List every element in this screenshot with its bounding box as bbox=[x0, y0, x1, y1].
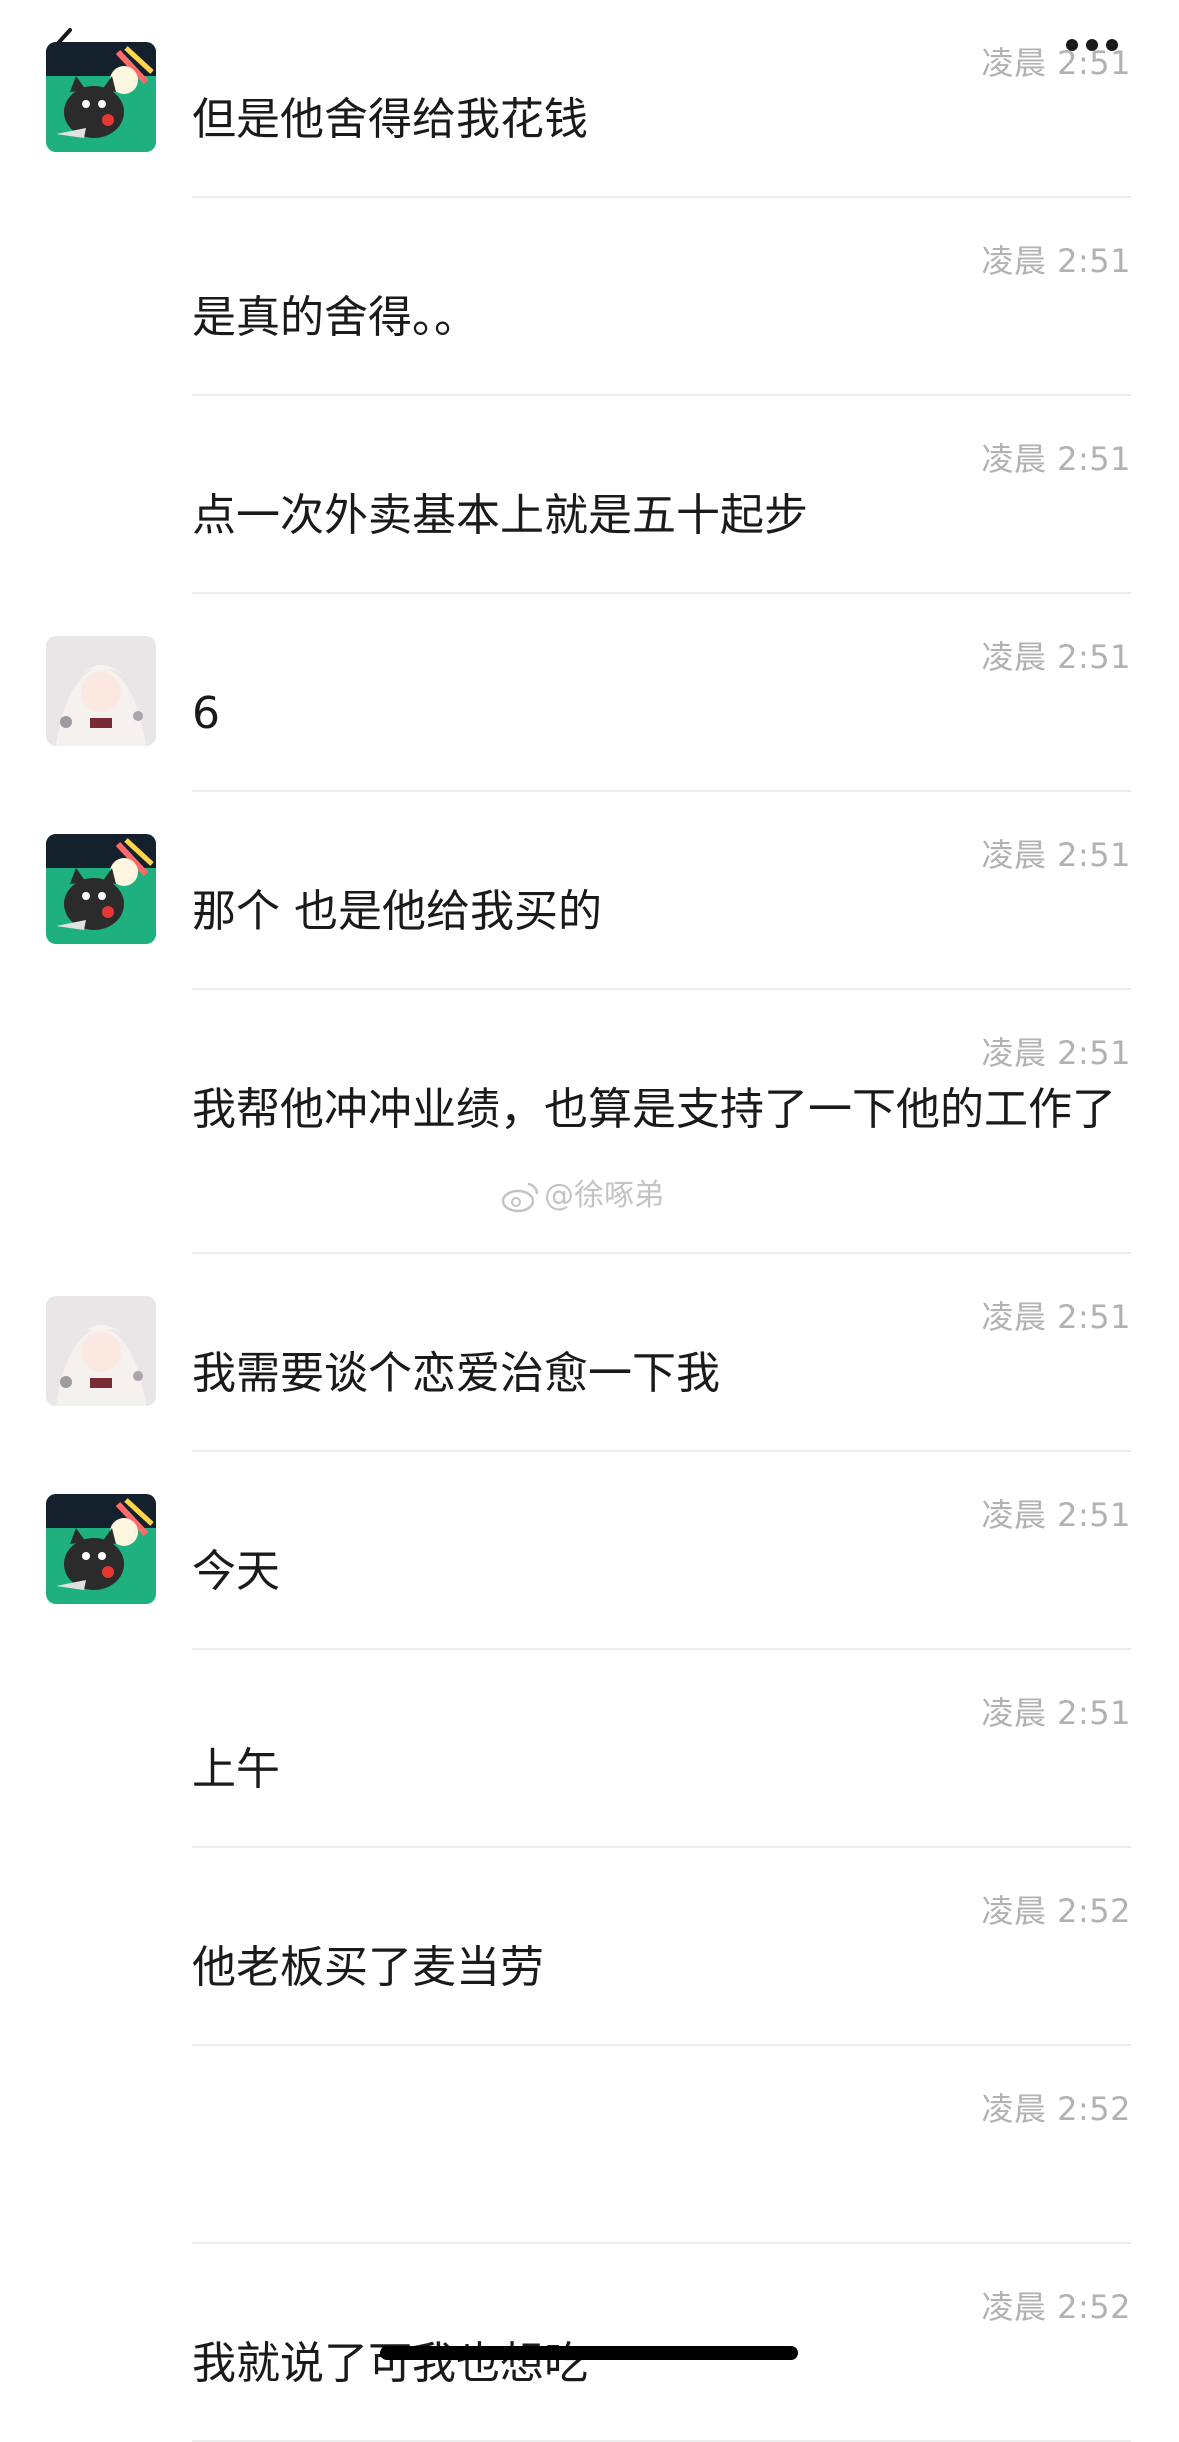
message-item[interactable]: 凌晨 2:52 我就说了可我也想吃 bbox=[0, 2244, 1179, 2442]
message-text: 我需要谈个恋爱治愈一下我 bbox=[192, 1348, 720, 1399]
message-item[interactable]: 凌晨 2:51 今天 bbox=[0, 1452, 1179, 1650]
message-item[interactable]: 凌晨 2:52 他老板买了麦当劳 bbox=[0, 1848, 1179, 2046]
message-time: 凌晨 2:51 bbox=[981, 1694, 1131, 1732]
avatar-cat[interactable] bbox=[46, 42, 156, 152]
message-time: 凌晨 2:51 bbox=[981, 1298, 1131, 1336]
message-item[interactable]: 凌晨 2:51 6 bbox=[0, 594, 1179, 792]
message-text: 点一次外卖基本上就是五十起步 bbox=[192, 490, 808, 541]
message-item[interactable]: 凌晨 2:51 那个 也是他给我买的 bbox=[0, 792, 1179, 990]
watermark: @徐啄弟 bbox=[500, 1170, 664, 1214]
avatar-cat[interactable] bbox=[46, 1494, 156, 1604]
message-text: 我就说了可我也想吃 bbox=[192, 2338, 588, 2389]
avatar-girl[interactable] bbox=[46, 1296, 156, 1406]
message-time: 凌晨 2:51 bbox=[981, 836, 1131, 874]
message-text: 6 bbox=[192, 688, 220, 739]
message-time: 凌晨 2:52 bbox=[981, 2288, 1131, 2326]
avatar-girl[interactable] bbox=[46, 636, 156, 746]
message-time: 凌晨 2:51 bbox=[981, 242, 1131, 280]
message-time: 凌晨 2:51 bbox=[981, 44, 1131, 82]
message-text: 但是他舍得给我花钱 bbox=[192, 94, 588, 145]
message-time: 凌晨 2:51 bbox=[981, 1496, 1131, 1534]
message-item[interactable]: 凌晨 2:51 上午 bbox=[0, 1650, 1179, 1848]
message-item[interactable]: 凌晨 2:51 但是他舍得给我花钱 bbox=[0, 0, 1179, 198]
avatar-cat[interactable] bbox=[46, 834, 156, 944]
message-text: 那个 也是他给我买的 bbox=[192, 886, 602, 937]
message-text: 我帮他冲冲业绩，也算是支持了一下他的工作了 bbox=[192, 1084, 1116, 1135]
message-time: 凌晨 2:51 bbox=[981, 440, 1131, 478]
message-item[interactable]: 凌晨 2:51 我帮他冲冲业绩，也算是支持了一下他的工作了 bbox=[0, 990, 1179, 1254]
message-text: 是真的舍得。。 bbox=[192, 292, 478, 343]
watermark-text: @徐啄弟 bbox=[544, 1178, 664, 1213]
message-text: 上午 bbox=[192, 1744, 280, 1795]
message-item[interactable]: 凌晨 2:51 我需要谈个恋爱治愈一下我 bbox=[0, 1254, 1179, 1452]
message-time: 凌晨 2:52 bbox=[981, 1892, 1131, 1930]
home-indicator bbox=[380, 2346, 798, 2360]
message-time: 凌晨 2:51 bbox=[981, 1034, 1131, 1072]
message-text: 他老板买了麦当劳 bbox=[192, 1942, 544, 1993]
message-item[interactable]: 凌晨 2:52 bbox=[0, 2046, 1179, 2244]
message-text: 今天 bbox=[192, 1546, 280, 1597]
message-item[interactable]: 凌晨 2:51 是真的舍得。。 bbox=[0, 198, 1179, 396]
message-time: 凌晨 2:52 bbox=[981, 2090, 1131, 2128]
message-time: 凌晨 2:51 bbox=[981, 638, 1131, 676]
message-item[interactable]: 凌晨 2:51 点一次外卖基本上就是五十起步 bbox=[0, 396, 1179, 594]
weibo-logo-icon bbox=[501, 1182, 539, 1212]
